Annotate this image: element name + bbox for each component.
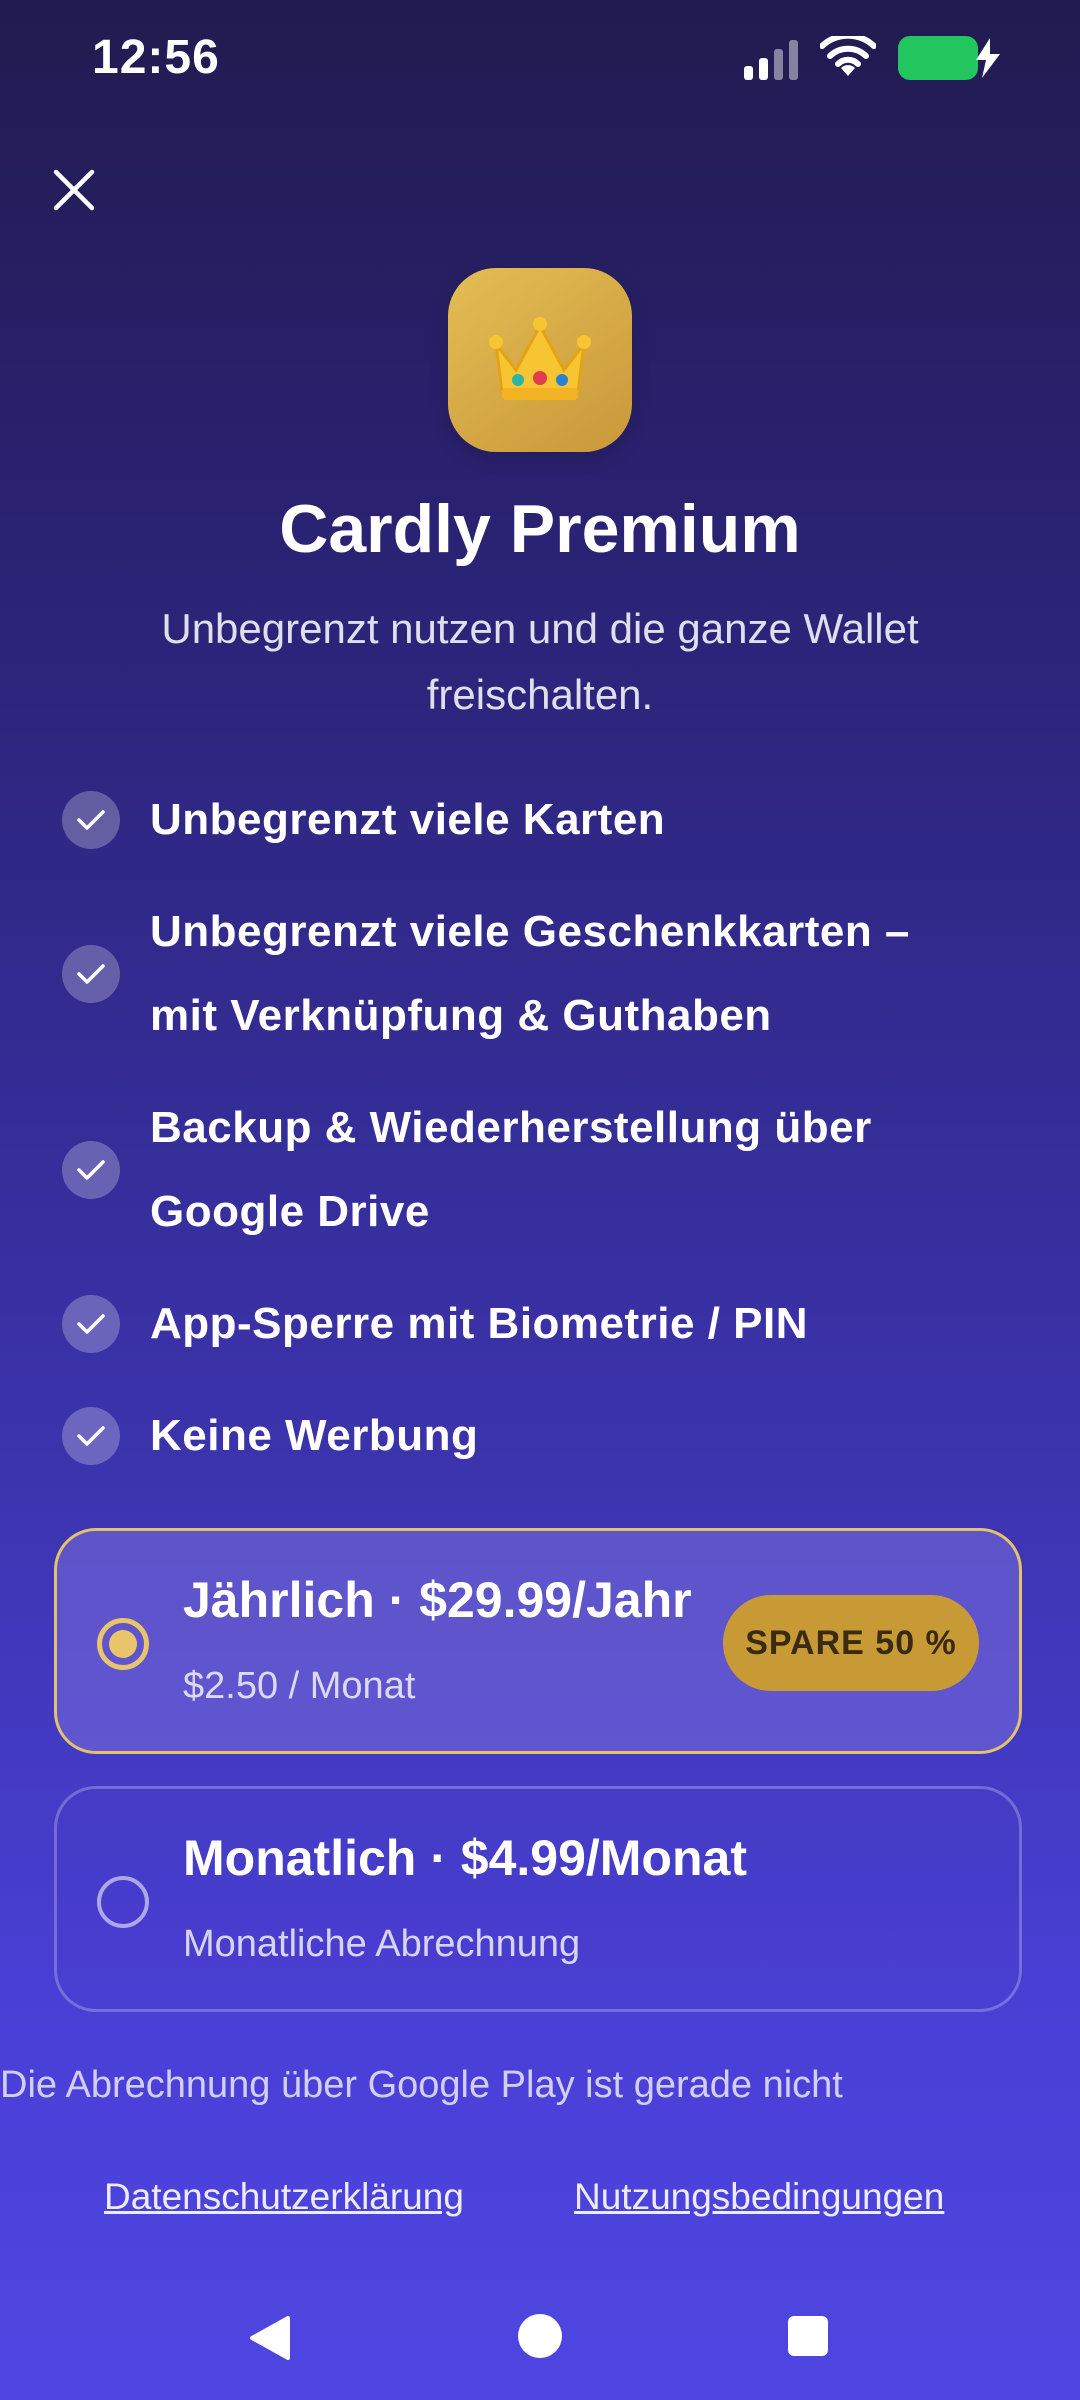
plan-subtitle: Monatliche Abrechnung [183,1923,581,1965]
check-icon [62,945,120,1003]
status-icons [744,36,1000,80]
check-icon [62,1141,120,1199]
billing-note: Die Abrechnung über Google Play ist gera… [0,2064,843,2106]
feature-item: Keine Werbung [62,1394,1022,1478]
wifi-icon [820,36,876,76]
feature-item: Unbegrenzt viele Karten [62,778,1022,862]
feature-item: Unbegrenzt viele Geschenkkarten – mit Ve… [62,890,1022,1058]
plan-option-yearly[interactable]: Jährlich · $29.99/Jahr $2.50 / Monat SPA… [54,1528,1022,1754]
page-subtitle: Unbegrenzt nutzen und die ganze Wallet f… [161,605,919,718]
page-title: Cardly Premium [279,491,801,567]
navigation-bar [0,2290,1080,2400]
check-icon [62,1295,120,1353]
check-icon [62,791,120,849]
feature-label: Unbegrenzt viele Karten [150,795,666,844]
plan-subtitle: $2.50 / Monat [183,1665,416,1707]
plan-radio-unselected[interactable] [97,1876,149,1928]
plan-radio-selected[interactable] [97,1618,149,1670]
savings-badge: SPARE 50 % [723,1595,979,1691]
status-bar: 12:56 [0,0,1080,120]
terms-link[interactable]: Nutzungsbedingungen [574,2176,944,2218]
feature-list: Unbegrenzt viele Karten Unbegrenzt viele… [62,778,1022,1478]
back-icon[interactable] [246,2314,292,2362]
close-icon [53,169,95,211]
status-time: 12:56 [92,31,220,84]
app-icon [448,268,632,452]
feature-item: App-Sperre mit Biometrie / PIN [62,1282,1022,1366]
feature-label: Backup & Wiederherstellung über Google D… [150,1103,872,1236]
check-icon [62,1407,120,1465]
feature-item: Backup & Wiederherstellung über Google D… [62,1086,1022,1254]
close-button[interactable] [44,160,104,220]
plan-title: Monatlich · $4.99/Monat [183,1830,747,1886]
feature-label: Keine Werbung [150,1411,479,1460]
recents-icon[interactable] [788,2316,828,2356]
signal-icon [744,36,798,80]
feature-label: App-Sperre mit Biometrie / PIN [150,1299,809,1348]
plan-title: Jährlich · $29.99/Jahr [183,1572,692,1628]
privacy-link[interactable]: Datenschutzerklärung [104,2176,464,2218]
home-icon[interactable] [518,2314,562,2358]
battery-charging-icon [898,36,1000,80]
crown-icon [489,317,591,400]
feature-label: Unbegrenzt viele Geschenkkarten – mit Ve… [150,907,910,1040]
plan-option-monthly[interactable]: Monatlich · $4.99/Monat Monatliche Abrec… [54,1786,1022,2012]
